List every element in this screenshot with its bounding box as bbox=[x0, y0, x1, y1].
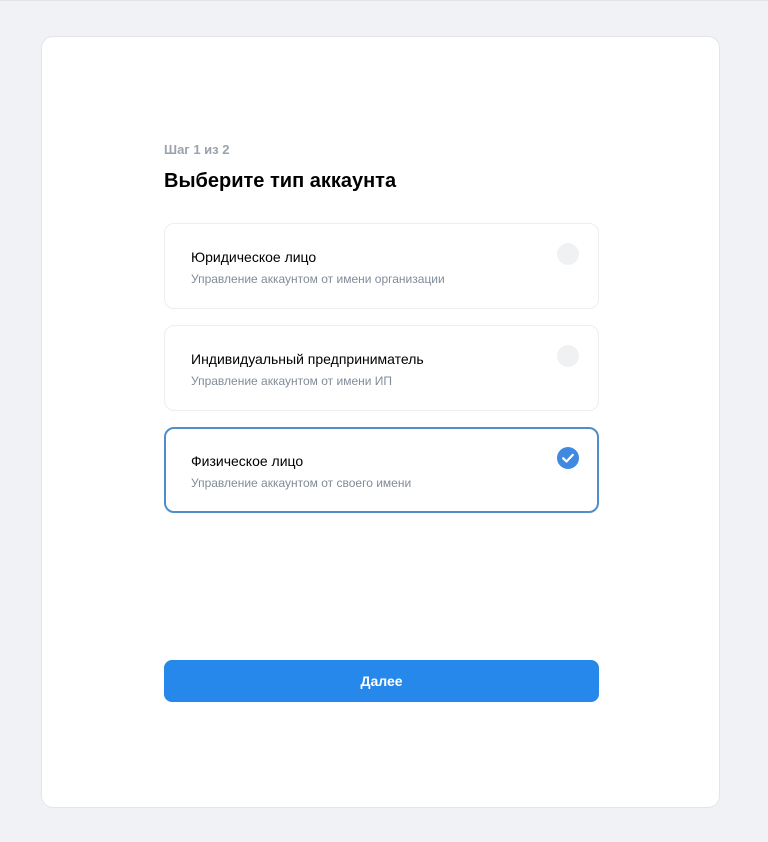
step-indicator: Шаг 1 из 2 bbox=[164, 142, 230, 157]
option-title: Юридическое лицо bbox=[191, 249, 317, 265]
option-description: Управление аккаунтом от имени ИП bbox=[191, 374, 393, 388]
checkmark-icon bbox=[562, 453, 574, 463]
option-title: Индивидуальный предприниматель bbox=[191, 351, 424, 367]
wizard-content: Шаг 1 из 2 Выберите тип аккаунта Юридиче… bbox=[164, 141, 599, 513]
next-button[interactable]: Далее bbox=[164, 660, 599, 702]
check-circle-icon[interactable] bbox=[557, 447, 579, 469]
top-divider bbox=[0, 0, 768, 1]
option-description: Управление аккаунтом от имени организаци… bbox=[191, 272, 445, 286]
option-individual[interactable]: Физическое лицо Управление аккаунтом от … bbox=[164, 427, 599, 513]
option-title: Физическое лицо bbox=[191, 453, 304, 469]
option-sole-proprietor[interactable]: Индивидуальный предприниматель Управлени… bbox=[164, 325, 599, 411]
account-type-card: Шаг 1 из 2 Выберите тип аккаунта Юридиче… bbox=[41, 36, 720, 808]
page-title: Выберите тип аккаунта bbox=[164, 170, 397, 192]
option-description: Управление аккаунтом от своего имени bbox=[191, 476, 412, 490]
radio-empty-icon[interactable] bbox=[557, 345, 579, 367]
radio-empty-icon[interactable] bbox=[557, 243, 579, 265]
option-legal-entity[interactable]: Юридическое лицо Управление аккаунтом от… bbox=[164, 223, 599, 309]
account-type-options: Юридическое лицо Управление аккаунтом от… bbox=[164, 223, 599, 529]
